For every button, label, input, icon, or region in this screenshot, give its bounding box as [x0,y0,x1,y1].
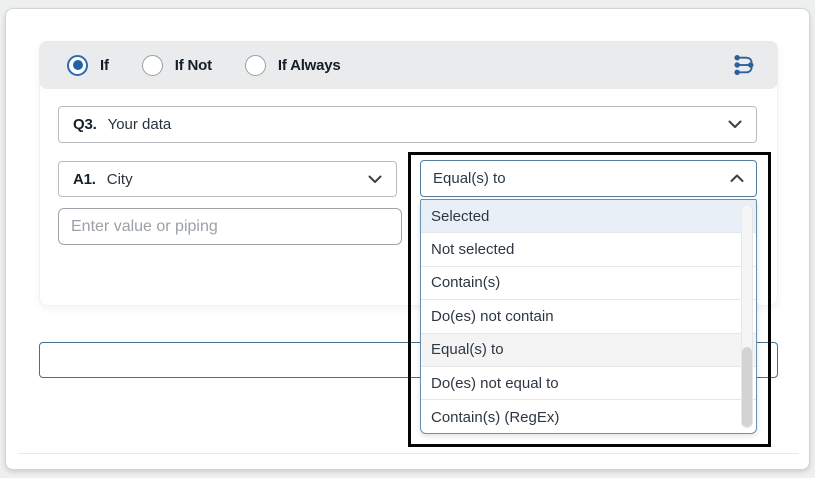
chevron-up-icon [730,174,744,183]
radio-option-if[interactable]: If [67,55,109,76]
operator-dropdown-panel: Selected Not selected Contain(s) Do(es) … [420,199,757,434]
value-input[interactable] [58,208,402,245]
question-code: Q3. [73,116,97,133]
operator-option[interactable]: Contain(s) (RegEx) [421,400,756,433]
operator-option[interactable]: Equal(s) to [421,334,756,367]
operator-option-label: Contain(s) (RegEx) [431,409,559,426]
operator-option-label: Not selected [431,241,514,258]
operator-option[interactable]: Not selected [421,233,756,266]
radio-label-if-always: If Always [278,57,341,74]
operator-option[interactable]: Do(es) not equal to [421,367,756,400]
radio-unchecked-icon [142,55,163,76]
chevron-down-icon [368,175,382,184]
radio-option-if-always[interactable]: If Always [245,55,341,76]
logic-editor-card: If If Not If Always [5,8,810,470]
radio-checked-icon [67,55,88,76]
answer-select[interactable]: A1. City [58,161,397,197]
radio-label-if-not: If Not [175,57,212,74]
chevron-down-icon [728,120,742,129]
operator-option-label: Equal(s) to [431,341,504,358]
radio-unchecked-icon [245,55,266,76]
question-text: Your data [108,116,172,133]
highlight-outline: Equal(s) to Selected Not selected Contai… [408,152,771,447]
radio-option-if-not[interactable]: If Not [142,55,212,76]
radio-label-if: If [100,57,109,74]
operator-option-label: Contain(s) [431,274,500,291]
operator-option-label: Do(es) not equal to [431,375,559,392]
logic-branch-icon[interactable] [732,54,758,77]
condition-mode-bar: If If Not If Always [39,41,778,89]
operator-option[interactable]: Selected [421,200,756,233]
operator-select[interactable]: Equal(s) to [420,160,757,197]
bottom-divider [18,453,799,454]
operator-option[interactable]: Contain(s) [421,267,756,300]
question-select[interactable]: Q3. Your data [58,106,757,143]
operator-option[interactable]: Do(es) not contain [421,300,756,333]
scrollbar-thumb[interactable] [742,347,752,427]
answer-code: A1. [73,171,96,188]
operator-option-label: Do(es) not contain [431,308,554,325]
operator-dropdown-list: Selected Not selected Contain(s) Do(es) … [421,200,756,433]
answer-text: City [107,171,133,188]
screenshot-stage: If If Not If Always [0,0,815,478]
dropdown-scrollbar[interactable] [741,204,753,428]
operator-option-label: Selected [431,208,489,225]
operator-value: Equal(s) to [433,170,506,187]
